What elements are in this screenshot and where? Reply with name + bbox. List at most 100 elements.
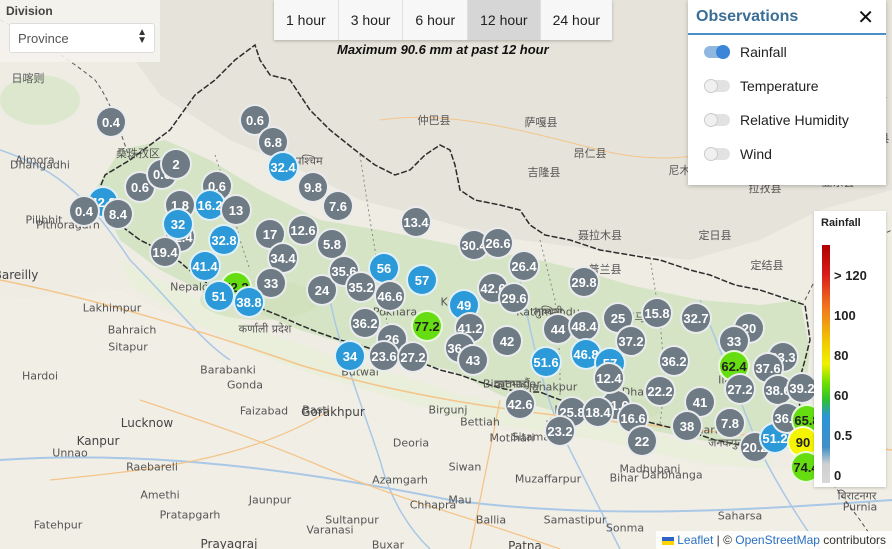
rainfall-marker[interactable]: 27.2	[724, 373, 756, 405]
map-attribution: Leaflet | © OpenStreetMap contributors	[656, 531, 892, 549]
rainfall-marker[interactable]: 23.2	[544, 415, 576, 447]
observations-panel: Observations ✕ Rainfall Temperature Rela…	[688, 0, 886, 185]
rainfall-marker[interactable]: 22.2	[644, 375, 676, 407]
rainfall-marker[interactable]: 51.6	[530, 346, 562, 378]
place-label: Lucknow	[120, 416, 174, 430]
rainfall-marker[interactable]: 18.4	[582, 396, 614, 428]
rainfall-marker[interactable]: 12.4	[593, 362, 625, 394]
time-btn-3h[interactable]: 3 hour	[339, 0, 404, 40]
rainfall-marker[interactable]: 26.4	[508, 250, 540, 282]
place-label: 定日县	[698, 229, 732, 242]
rainfall-marker[interactable]: 38.8	[233, 286, 265, 318]
place-label: Pratapgarh	[159, 508, 221, 522]
obs-toggle-wind[interactable]: Wind	[704, 146, 772, 162]
rainfall-marker[interactable]: 46.6	[374, 280, 406, 312]
place-label: Bareilly	[0, 268, 39, 282]
rainfall-marker[interactable]: 38	[671, 410, 703, 442]
rainfall-marker[interactable]: 57	[406, 264, 438, 296]
rainfall-marker[interactable]: 8.4	[102, 198, 134, 230]
max-rainfall-caption: Maximum 90.6 mm at past 12 hour	[337, 42, 549, 57]
toggle-switch[interactable]	[704, 113, 730, 127]
rainfall-marker[interactable]: 15.8	[641, 297, 673, 329]
close-icon[interactable]: ✕	[857, 5, 874, 30]
toggle-switch[interactable]	[704, 79, 730, 93]
obs-label: Wind	[740, 146, 772, 162]
place-label: Prayagraj	[200, 537, 258, 549]
rainfall-marker[interactable]: 7.8	[714, 407, 746, 439]
obs-label: Temperature	[740, 78, 819, 94]
rainfall-marker[interactable]: 36.2	[658, 345, 690, 377]
rainfall-marker[interactable]: 32.7	[680, 302, 712, 334]
rainfall-marker[interactable]: 12.6	[287, 214, 319, 246]
place-label: Amethi	[140, 488, 180, 502]
rainfall-marker[interactable]: 77.2	[411, 310, 443, 342]
rainfall-marker[interactable]: 7.6	[322, 190, 354, 222]
place-label: Mau	[448, 493, 472, 507]
division-label: Division	[6, 4, 53, 18]
place-label: Deoria	[392, 436, 430, 450]
place-label: 桑珠孜区	[116, 147, 160, 160]
rainfall-marker[interactable]: 26.6	[482, 227, 514, 259]
place-label: कर्णाली प्रदेश	[238, 322, 292, 336]
leaflet-link[interactable]: Leaflet	[677, 533, 713, 547]
rainfall-marker[interactable]: 13	[220, 194, 252, 226]
rainfall-marker[interactable]: 42	[491, 325, 523, 357]
place-label: Saharsa	[717, 509, 763, 523]
province-select-value: Province	[18, 31, 69, 46]
rainfall-legend: Rainfall > 120 100 80 60 0.5 0	[814, 211, 886, 487]
rainfall-marker[interactable]: 27.2	[397, 341, 429, 373]
place-label: Bahraich	[107, 323, 157, 337]
place-label: Hardoi	[21, 369, 59, 383]
rainfall-marker[interactable]: 35.2	[345, 271, 377, 303]
rainfall-marker[interactable]: 34	[334, 340, 366, 372]
rainfall-marker[interactable]: 32.4	[267, 151, 299, 183]
place-label: विराटनगर	[837, 489, 877, 503]
rainfall-marker[interactable]: 0.4	[95, 106, 127, 138]
time-btn-24h[interactable]: 24 hour	[541, 0, 612, 40]
rainfall-marker[interactable]: 29.6	[498, 282, 530, 314]
attribution-sep: | ©	[713, 533, 736, 547]
place-label: Samastipur	[543, 513, 607, 527]
place-label: Jaunpur	[248, 493, 292, 507]
place-label: Raebareli	[126, 460, 178, 474]
obs-toggle-temperature[interactable]: Temperature	[704, 78, 819, 94]
attribution-contributors: contributors	[819, 533, 886, 547]
legend-label: 100	[834, 308, 856, 323]
rainfall-marker[interactable]: 32	[162, 208, 194, 240]
osm-link[interactable]: OpenStreetMap	[735, 533, 820, 547]
toggle-switch[interactable]	[704, 147, 730, 161]
rainfall-marker[interactable]: 43	[457, 344, 489, 376]
rainfall-marker[interactable]: 42.6	[504, 388, 536, 420]
place-label: 仲巴县	[417, 114, 451, 127]
place-label: Birgunj	[428, 403, 468, 417]
place-label: Patna	[508, 539, 542, 549]
observations-title: Observations	[696, 7, 799, 25]
rainfall-marker[interactable]: 13.4	[400, 206, 432, 238]
time-btn-6h[interactable]: 6 hour	[403, 0, 469, 40]
time-period-group: 1 hour 3 hour 6 hour 12 hour 24 hour	[274, 0, 613, 40]
legend-label: 0.5	[834, 428, 853, 443]
rainfall-marker[interactable]: 19.4	[149, 236, 181, 268]
rainfall-marker[interactable]: 0.4	[68, 195, 100, 227]
toggle-switch[interactable]	[704, 45, 730, 59]
place-label: Pilibhit	[25, 213, 63, 227]
place-label: Janakpur	[528, 380, 578, 394]
rainfall-marker[interactable]: 22	[626, 425, 658, 457]
province-select[interactable]: Province ▲ ▼	[9, 23, 155, 53]
rainfall-marker[interactable]: 2	[160, 148, 192, 180]
time-btn-12h[interactable]: 12 hour	[468, 0, 541, 40]
rainfall-marker[interactable]: 23.6	[368, 340, 400, 372]
rainfall-marker[interactable]: 51	[203, 280, 235, 312]
obs-toggle-rainfall[interactable]: Rainfall	[704, 44, 787, 60]
place-label: 昂仁县	[573, 147, 607, 160]
legend-title: Rainfall	[821, 217, 861, 229]
place-label: Gonda	[227, 378, 263, 392]
obs-toggle-humidity[interactable]: Relative Humidity	[704, 112, 849, 128]
rainfall-marker[interactable]: 29.8	[568, 266, 600, 298]
time-btn-1h[interactable]: 1 hour	[274, 0, 339, 40]
place-label: Unnao	[52, 446, 88, 460]
place-label: Ballia	[475, 513, 507, 527]
place-label: 吉隆县	[527, 166, 561, 179]
place-label: Siwan	[448, 460, 482, 474]
rainfall-marker[interactable]: 41.4	[189, 250, 221, 282]
